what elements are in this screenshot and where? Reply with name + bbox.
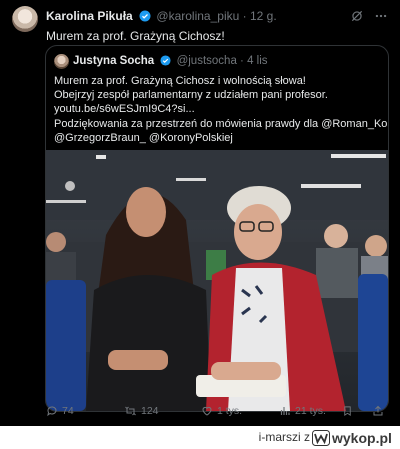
verified-badge-icon: [160, 55, 171, 66]
author-name[interactable]: Karolina Pikuła: [46, 9, 133, 23]
quoted-text-line: Murem za prof. Grażyną Cichosz i wolnośc…: [54, 75, 306, 87]
verified-badge-icon: [139, 10, 151, 22]
quoted-author-avatar[interactable]: [54, 54, 69, 69]
reply-icon: [47, 406, 57, 417]
bookmark-icon: [344, 406, 351, 416]
reply-action[interactable]: 74: [46, 405, 74, 417]
quoted-text-line: Podziękowania za przestrzeń do mówienia …: [54, 117, 389, 130]
reply-count: 74: [62, 405, 74, 417]
quoted-text-line: @GrzegorzBraun_ @KoronyPolskiej: [54, 131, 233, 144]
more-options-icon[interactable]: [374, 9, 388, 23]
quoted-text-line: Obejrzyj zespół parlamentarny z udziałem…: [54, 89, 328, 102]
like-action[interactable]: 1 tys.: [201, 405, 242, 417]
tweet-actions: 74 124 1 tys. 21 tys.: [46, 405, 386, 419]
bookmark-action[interactable]: [342, 405, 353, 417]
author-handle[interactable]: @karolina_piku: [156, 9, 239, 23]
wykop-w-logo-icon: [312, 429, 330, 446]
views-chart-icon: [280, 407, 290, 415]
views-action[interactable]: 21 tys.: [279, 405, 326, 417]
repost-action[interactable]: 124: [124, 405, 159, 417]
views-count: 21 tys.: [295, 405, 326, 417]
uploader-label[interactable]: i-marszi z: [259, 430, 310, 444]
wykop-footer: i-marszi z wykop.pl: [0, 426, 400, 449]
tweet-card: Karolina Pikuła @karolina_piku · 12 g. M…: [0, 0, 400, 426]
quoted-tweet[interactable]: Justyna Socha @justsocha · 4 lis Murem z…: [45, 45, 389, 412]
photo-illustration: [46, 150, 388, 411]
quoted-link[interactable]: youtu.be/s6wESJmI9C4?si...: [54, 102, 384, 116]
quoted-text: Murem za prof. Grażyną Cichosz i wolnośc…: [54, 74, 389, 145]
tweet-header: Karolina Pikuła @karolina_piku · 12 g.: [46, 9, 388, 27]
quoted-tweet-time[interactable]: · 4 lis: [240, 55, 267, 67]
quoted-author-name[interactable]: Justyna Socha: [73, 55, 154, 67]
grok-icon[interactable]: [350, 9, 364, 23]
tweet-text: Murem za prof. Grażyną Cichosz!: [46, 29, 225, 43]
repost-count: 124: [141, 405, 159, 417]
tweet-time[interactable]: · 12 g.: [243, 9, 277, 23]
wykop-logo[interactable]: wykop.pl: [312, 429, 394, 446]
wykop-brand-text: wykop.pl: [332, 429, 392, 446]
heart-icon: [202, 406, 212, 416]
repost-icon: [125, 406, 136, 416]
author-avatar[interactable]: [12, 6, 38, 32]
share-action[interactable]: [372, 405, 384, 417]
tweet-photo[interactable]: [46, 150, 388, 411]
share-icon: [373, 405, 383, 416]
quoted-author-handle[interactable]: @justsocha: [177, 55, 237, 67]
like-count: 1 tys.: [217, 405, 243, 417]
